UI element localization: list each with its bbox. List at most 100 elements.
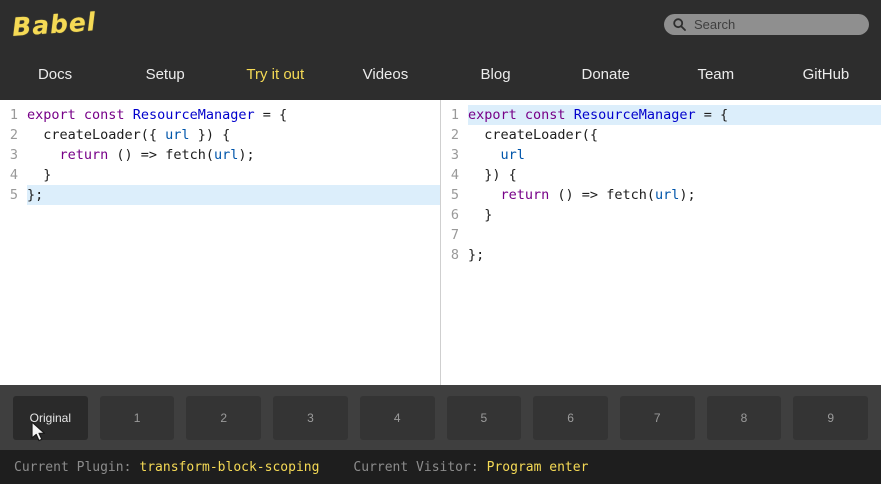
code-content: }) { <box>468 165 881 185</box>
current-visitor-value: Program enter <box>486 459 589 475</box>
code-line: 8}; <box>441 245 881 265</box>
nav-item-github[interactable]: GitHub <box>771 66 881 83</box>
code-token: }; <box>468 247 485 263</box>
code-token: ResourceManager <box>573 107 696 123</box>
code-line: 4 }) { <box>441 165 881 185</box>
code-token: url <box>500 147 525 163</box>
code-token: url <box>213 147 239 163</box>
line-number: 3 <box>9 147 18 163</box>
code-line: 7 <box>441 225 881 245</box>
code-line[interactable]: 2 createLoader({ url }) { <box>0 125 440 145</box>
line-number: 2 <box>450 127 459 143</box>
code-content <box>468 225 881 245</box>
output-editor: 1 export const ResourceManager = { 2 creat… <box>440 100 881 385</box>
timeline-button-8[interactable]: 8 <box>706 395 782 440</box>
code-line[interactable]: 1 export const ResourceManager = { <box>0 105 440 125</box>
babel-repl-app: Babel DocsSetupTry it outVideosBlogDonat… <box>0 0 881 484</box>
code-token: export <box>468 107 517 123</box>
code-content: } <box>27 165 440 185</box>
source-editor[interactable]: 1 export const ResourceManager = {2 creat… <box>0 100 440 385</box>
timeline-button-5[interactable]: 5 <box>446 395 522 440</box>
timeline-button-3[interactable]: 3 <box>273 395 348 440</box>
timeline-button-1[interactable]: 1 <box>99 395 175 440</box>
nav-item-docs[interactable]: Docs <box>0 66 110 83</box>
code-line: 3 url <box>441 145 881 165</box>
line-number: 5 <box>9 187 18 203</box>
header: Babel DocsSetupTry it outVideosBlogDonat… <box>0 0 881 100</box>
current-plugin-value: transform-block-scoping <box>139 459 320 475</box>
timeline-button-7[interactable]: 7 <box>619 395 695 440</box>
nav-item-blog[interactable]: Blog <box>441 66 551 83</box>
nav-item-setup[interactable]: Setup <box>110 66 220 83</box>
search-input[interactable] <box>692 15 860 33</box>
code-token: url <box>654 187 680 203</box>
code-token: } <box>27 167 52 183</box>
timeline-button-4[interactable]: 4 <box>359 395 435 440</box>
code-token: = { <box>254 107 288 123</box>
code-token: createLoader({ <box>27 127 166 143</box>
code-line[interactable]: 4 } <box>0 165 440 185</box>
line-number: 2 <box>9 127 18 143</box>
code-content: export const ResourceManager = { <box>27 105 440 125</box>
code-content: }; <box>27 185 440 205</box>
nav-item-videos[interactable]: Videos <box>330 66 440 83</box>
code-token: url <box>165 127 190 143</box>
timeline-button-original[interactable]: Original <box>13 395 88 440</box>
timeline-button-9[interactable]: 9 <box>793 395 869 440</box>
line-number: 8 <box>450 247 459 263</box>
code-content: createLoader({ url }) { <box>27 125 440 145</box>
line-number: 4 <box>9 167 18 183</box>
nav-item-team[interactable]: Team <box>661 66 771 83</box>
code-content: return () => fetch(url); <box>27 145 440 165</box>
code-token: = { <box>695 107 729 123</box>
code-token: } <box>468 207 493 223</box>
code-content: return () => fetch(url); <box>468 185 881 205</box>
code-token: return <box>500 187 550 203</box>
status-bar: Current Plugin: transform-block-scoping … <box>0 450 881 484</box>
code-token: }) { <box>189 127 231 143</box>
line-number: 1 <box>450 107 459 123</box>
babel-logo[interactable]: Babel <box>11 7 97 42</box>
code-content: export const ResourceManager = { <box>468 105 881 125</box>
line-number: 6 <box>450 207 459 223</box>
search-icon <box>673 17 686 31</box>
current-visitor-label: Current Visitor: <box>353 459 479 475</box>
timeline-button-6[interactable]: 6 <box>533 395 608 440</box>
code-content: }; <box>468 245 881 265</box>
code-line: 5 return () => fetch(url); <box>441 185 881 205</box>
timeline-bar: Original 1 2 3 4 5 6 7 8 9 <box>0 385 881 450</box>
code-token: }; <box>27 187 44 203</box>
line-number: 3 <box>450 147 459 163</box>
code-token: const <box>83 107 125 123</box>
current-plugin-label: Current Plugin: <box>14 459 132 475</box>
code-token: }) { <box>468 167 517 183</box>
top-bar: Babel <box>0 0 881 48</box>
code-content: url <box>468 145 881 165</box>
nav-item-try-it-out[interactable]: Try it out <box>220 66 330 83</box>
code-line[interactable]: 3 return () => fetch(url); <box>0 145 440 165</box>
code-token: createLoader({ <box>468 127 599 143</box>
line-number: 7 <box>450 227 459 243</box>
code-token: ); <box>679 187 696 203</box>
timeline-button-2[interactable]: 2 <box>186 395 262 440</box>
code-content: createLoader({ <box>468 125 881 145</box>
code-token: const <box>524 107 566 123</box>
main-nav: Docs Setup Try it out Videos Blog Donate Team G… <box>0 48 881 100</box>
editors: 1 export const ResourceManager = {2 creat… <box>0 100 881 385</box>
search-box[interactable] <box>664 13 869 35</box>
code-line[interactable]: 5}; <box>0 185 440 205</box>
nav-item-donate[interactable]: Donate <box>551 66 661 83</box>
code-token: return <box>59 147 109 163</box>
code-token: () => fetch( <box>108 147 214 163</box>
line-number: 1 <box>9 107 18 123</box>
line-number: 5 <box>450 187 459 203</box>
code-token: export <box>27 107 76 123</box>
code-line: 6 } <box>441 205 881 225</box>
code-token: ResourceManager <box>132 107 255 123</box>
